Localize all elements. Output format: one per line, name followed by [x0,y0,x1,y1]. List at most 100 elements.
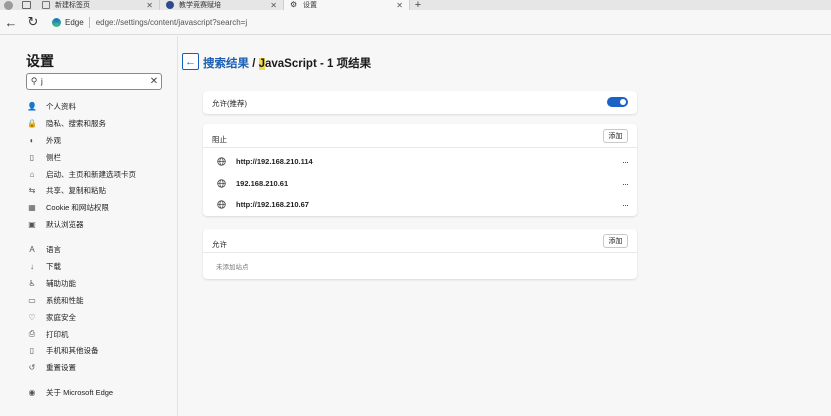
sidebar-item-label: 关于 Microsoft Edge [46,388,114,398]
lock-icon: 🔒 [27,118,37,128]
block-list-card: 阻止 添加 http://192.168.210.114 ··· 192.168… [203,124,637,216]
edge-icon [52,17,61,27]
workspaces-button[interactable] [16,0,36,10]
allow-recommended-toggle[interactable] [607,97,628,107]
breadcrumb-current: avaScript - 1 项结果 [265,58,372,70]
sidebar-item-profile[interactable]: 👤 个人资料 [26,98,176,115]
arrow-left-icon: ← [185,55,196,68]
allow-list-empty-text: 未添加站点 [216,264,249,271]
gear-icon: ⚙ [290,0,298,9]
tab-actions-icon [21,1,31,9]
tab-label: 新建标签页 [55,2,90,9]
blocked-site-url: 192.168.210.61 [236,179,289,188]
sidebar-item-system[interactable]: ▭ 系统和性能 [26,292,176,309]
url-brand: Edge [65,17,84,27]
allow-list-card: 允许 添加 未添加站点 [203,229,637,279]
tab-label: 设置 [303,2,317,9]
sidebar-item-label: 启动、主页和新建选项卡页 [46,169,136,179]
sidebar-item-family[interactable]: ♡ 家庭安全 [26,309,176,326]
sidebar-item-default-browser[interactable]: ▣ 默认浏览器 [26,216,176,233]
block-list-title: 阻止 [212,135,227,144]
family-icon: ♡ [28,312,36,322]
share-icon: ⇆ [28,186,36,196]
sidebar-item-label: Cookie 和网站权限 [46,203,109,213]
breadcrumb-separator: / [249,58,259,70]
url-text: edge://settings/content/javascript?searc… [95,17,248,27]
accessibility-icon: ♿ [28,278,36,288]
sidebar-item-label: 辅助功能 [46,278,76,288]
block-add-button[interactable]: 添加 [603,129,628,143]
reset-icon: ↺ [28,363,36,373]
refresh-button[interactable]: ↻ [22,11,44,33]
back-button[interactable]: ← [0,11,22,33]
sidebar-item-label: 下载 [46,261,61,271]
sidebar-item-printers[interactable]: ⎙ 打印机 [26,326,176,343]
allow-add-button[interactable]: 添加 [603,234,628,248]
sidebar-item-languages[interactable]: A 语言 [26,241,176,258]
search-results-link[interactable]: 搜索结果 [203,58,249,70]
settings-nav: 👤 个人资料 🔒 隐私、搜索和服务 ◐ 外观 ▯ 侧栏 ⌂ 启动、主页和新建选项卡页 ⇆ 共… [26,98,176,401]
sidebar-item-label: 隐私、搜索和服务 [46,118,106,128]
sidebar-item-accessibility[interactable]: ♿ 辅助功能 [26,275,176,292]
close-icon[interactable]: ✕ [396,1,403,10]
sidebar-item-label: 个人资料 [46,101,76,111]
tab-competition[interactable]: 教学竞赛赋培 ✕ [160,0,284,10]
sidebar-item-startup[interactable]: ⌂ 启动、主页和新建选项卡页 [26,166,176,183]
download-icon: ↓ [30,261,34,271]
printer-icon: ⎙ [28,329,36,339]
more-options-icon[interactable]: ··· [615,157,635,167]
sidebar-item-label: 语言 [46,245,61,255]
sidebar-item-reset[interactable]: ↺ 重置设置 [26,359,176,376]
clear-icon[interactable]: ✕ [147,76,161,87]
sidebar-item-share[interactable]: ⇆ 共享、复制和粘贴 [26,182,176,199]
sidebar-item-phone[interactable]: ▯ 手机和其他设备 [26,342,176,359]
appearance-icon: ◐ [29,135,35,145]
globe-icon [217,157,226,166]
language-icon: A [29,245,35,255]
edge-icon: ◉ [28,388,36,398]
avatar-icon [3,0,13,10]
page-icon [42,1,50,9]
system-icon: ▭ [28,295,36,305]
search-input[interactable]: j [41,77,147,86]
profile-avatar[interactable] [0,0,16,10]
divider [203,252,637,253]
toggle-knob [620,99,626,105]
blocked-site-row: http://192.168.210.67 ··· [203,194,637,215]
allow-list-title: 允许 [212,240,227,249]
address-bar: ← ↻ Edge edge://settings/content/javascr… [0,10,831,35]
more-options-icon[interactable]: ··· [615,179,635,189]
sidebar-item-about[interactable]: ◉ 关于 Microsoft Edge [26,384,176,401]
sidebar-item-label: 系统和性能 [46,295,84,305]
sidebar-item-sidebar[interactable]: ▯ 侧栏 [26,149,176,166]
sidebar-item-cookies[interactable]: ▦ Cookie 和网站权限 [26,199,176,216]
sidebar-item-label: 家庭安全 [46,312,76,322]
more-options-icon[interactable]: ··· [615,200,635,210]
sidebar-item-downloads[interactable]: ↓ 下载 [26,258,176,275]
close-icon[interactable]: ✕ [146,1,153,10]
sidebar-item-label: 共享、复制和粘贴 [46,186,106,196]
sidebar-item-appearance[interactable]: ◐ 外观 [26,132,176,149]
site-icon [166,1,174,9]
close-icon[interactable]: ✕ [270,1,277,10]
allow-recommended-label: 允许(推荐) [212,99,247,108]
home-icon: ⌂ [29,169,35,179]
back-to-results-button[interactable]: ← [182,53,199,70]
person-icon: 👤 [27,101,37,111]
divider [88,16,90,28]
globe-icon [217,200,226,209]
settings-search[interactable]: ⚲ j ✕ [26,73,162,90]
allow-recommended-card: 允许(推荐) [203,91,637,114]
tab-new-tab[interactable]: 新建标签页 ✕ [36,0,160,10]
settings-content: ← 搜索结果 / JavaScript - 1 项结果 允许(推荐) 阻止 添加… [179,36,831,416]
tab-settings[interactable]: ⚙ 设置 ✕ [284,0,410,10]
cookie-icon: ▦ [28,203,36,213]
url-field[interactable]: Edge edge://settings/content/javascript?… [52,13,247,31]
sidebar-item-label: 默认浏览器 [46,220,84,230]
arrow-left-icon: ← [4,14,18,30]
blocked-site-row: 192.168.210.61 ··· [203,173,637,194]
sidebar-item-privacy[interactable]: 🔒 隐私、搜索和服务 [26,115,176,132]
new-tab-button[interactable]: + [410,0,426,11]
search-icon: ⚲ [30,76,38,86]
blocked-site-url: http://192.168.210.67 [236,200,309,209]
